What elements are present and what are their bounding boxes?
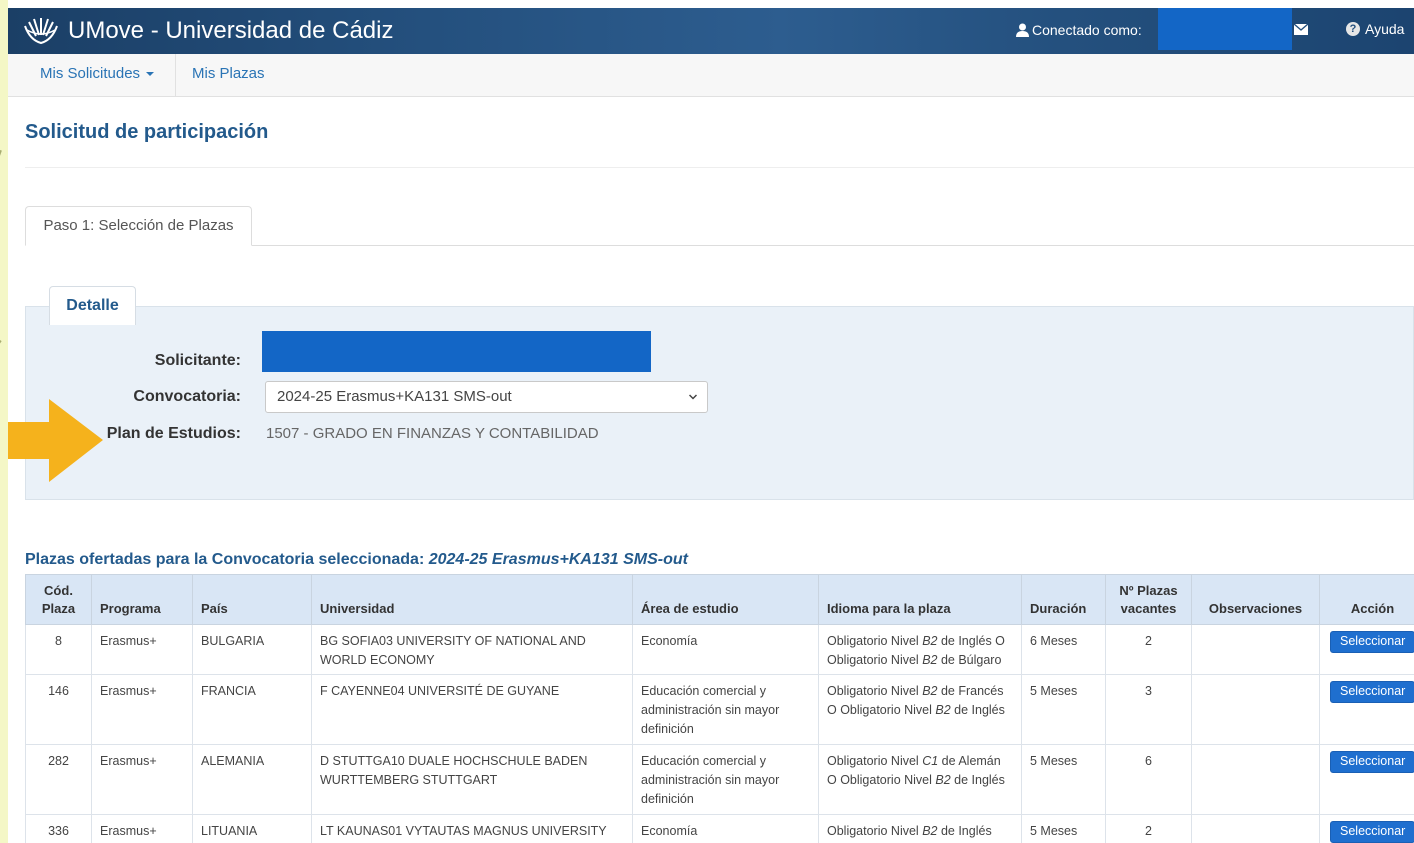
help-label: Ayuda [1365, 21, 1405, 37]
connected-label: Conectado como: [1032, 22, 1142, 38]
nav-item-label: Mis Solicitudes [40, 65, 141, 82]
cell-programa: Erasmus+ [91, 744, 193, 815]
select-button[interactable]: Seleccionar [1330, 821, 1414, 843]
nav-mis-plazas[interactable]: Mis Plazas [192, 54, 265, 96]
convocatoria-select[interactable]: 2024-25 Erasmus+KA131 SMS-out [265, 381, 708, 413]
cell-area: Educación comercial y administración sin… [632, 674, 819, 745]
cell-accion: Seleccionar [1319, 674, 1414, 745]
cell-cod: 8 [25, 624, 92, 675]
decorative-line [0, 340, 2, 399]
cell-vacantes: 2 [1105, 814, 1192, 843]
table-row: 282 Erasmus+ ALEMANIA D STUTTGA10 DUALE … [25, 744, 1414, 815]
cell-duracion: 6 Meses [1021, 624, 1106, 675]
redacted-username [1158, 8, 1292, 50]
select-button[interactable]: Seleccionar [1330, 681, 1414, 703]
cell-idioma: Obligatorio Nivel B2 de Francés O Obligat… [818, 674, 1022, 745]
cell-observaciones [1191, 744, 1320, 815]
table-row: 146 Erasmus+ FRANCIA F CAYENNE04 UNIVERS… [25, 674, 1414, 745]
cell-universidad: BG SOFIA03 UNIVERSITY OF NATIONAL AND WO… [311, 624, 633, 675]
cell-accion: Seleccionar [1319, 624, 1414, 675]
col-observaciones[interactable]: Observaciones [1191, 574, 1320, 625]
detail-legend: Detalle [49, 286, 136, 325]
cell-programa: Erasmus+ [91, 814, 193, 843]
cell-observaciones [1191, 624, 1320, 675]
navbar: Mis Solicitudes Mis Plazas [8, 54, 1414, 97]
cell-cod: 336 [25, 814, 92, 843]
top-header: UMove - Universidad de Cádiz Conectado c… [8, 8, 1414, 54]
cell-cod: 282 [25, 744, 92, 815]
cell-pais: FRANCIA [192, 674, 312, 745]
cell-area: Economía [632, 624, 819, 675]
cell-duracion: 5 Meses [1021, 814, 1106, 843]
nav-mis-solicitudes[interactable]: Mis Solicitudes [40, 54, 155, 96]
cell-area: Educación comercial y administración sin… [632, 744, 819, 815]
app-title: UMove - Universidad de Cádiz [68, 17, 394, 44]
cell-vacantes: 3 [1105, 674, 1192, 745]
cell-duracion: 5 Meses [1021, 674, 1106, 745]
cell-accion: Seleccionar [1319, 744, 1414, 815]
cell-observaciones [1191, 814, 1320, 843]
cell-universidad: F CAYENNE04 UNIVERSITÉ DE GUYANE [311, 674, 633, 745]
col-cod-plaza[interactable]: Cód. Plaza [25, 574, 92, 625]
col-vacantes[interactable]: Nº Plazas vacantes [1105, 574, 1192, 625]
decorative-line [0, 150, 2, 208]
cell-idioma: Obligatorio Nivel C1 de Alemán O Obligato… [818, 744, 1022, 815]
convocatoria-value: 2024-25 Erasmus+KA131 SMS-out [277, 388, 512, 405]
col-duracion[interactable]: Duración [1021, 574, 1106, 625]
help-link[interactable]: ? Ayuda [1346, 21, 1404, 37]
table-title: Plazas ofertadas para la Convocatoria se… [25, 551, 688, 569]
plan-value: 1507 - GRADO EN FINANZAS Y CONTABILIDAD [266, 425, 599, 442]
nav-item-label: Mis Plazas [192, 65, 265, 82]
col-idioma[interactable]: Idioma para la plaza [818, 574, 1022, 625]
annotation-arrow-icon [8, 399, 103, 482]
help-icon: ? [1346, 22, 1360, 36]
caret-down-icon [146, 72, 155, 77]
cell-pais: ALEMANIA [192, 744, 312, 815]
cell-duracion: 5 Meses [1021, 744, 1106, 815]
col-programa[interactable]: Programa [91, 574, 193, 625]
cell-pais: BULGARIA [192, 624, 312, 675]
user-icon [1016, 23, 1029, 37]
col-area[interactable]: Área de estudio [632, 574, 819, 625]
table-row: 336 Erasmus+ LITUANIA LT KAUNAS01 VYTAUT… [25, 814, 1414, 843]
solicitante-label: Solicitante: [154, 352, 241, 369]
cell-idioma: Obligatorio Nivel B2 de Inglés [818, 814, 1022, 843]
select-button[interactable]: Seleccionar [1330, 751, 1414, 773]
cell-universidad: LT KAUNAS01 VYTAUTAS MAGNUS UNIVERSITY [311, 814, 633, 843]
table-header-row: Cód. Plaza Programa País Universidad Área… [25, 574, 1414, 625]
col-universidad[interactable]: Universidad [311, 574, 633, 625]
table-title-convocatoria: 2024-25 Erasmus+KA131 SMS-out [428, 551, 688, 568]
connected-as: Conectado como: [1016, 22, 1142, 38]
cell-programa: Erasmus+ [91, 674, 193, 745]
cell-observaciones [1191, 674, 1320, 745]
page-title: Solicitud de participación [25, 121, 269, 143]
table-row: 8 Erasmus+ BULGARIA BG SOFIA03 UNIVERSIT… [25, 624, 1414, 675]
cell-accion: Seleccionar [1319, 814, 1414, 843]
nav-divider [175, 54, 176, 96]
col-pais[interactable]: País [192, 574, 312, 625]
plazas-table: Cód. Plaza Programa País Universidad Área… [25, 574, 1414, 843]
cell-pais: LITUANIA [192, 814, 312, 843]
cell-vacantes: 2 [1105, 624, 1192, 675]
mail-icon[interactable] [1294, 24, 1308, 35]
divider [25, 167, 1414, 168]
select-button[interactable]: Seleccionar [1330, 631, 1414, 653]
table-title-prefix: Plazas ofertadas para la Convocatoria se… [25, 551, 425, 568]
cell-vacantes: 6 [1105, 744, 1192, 815]
col-accion: Acción [1319, 574, 1414, 625]
chevron-down-icon [689, 394, 697, 400]
tab-paso-1[interactable]: Paso 1: Selección de Plazas [25, 206, 252, 246]
brand[interactable]: UMove - Universidad de Cádiz [22, 12, 393, 50]
cell-idioma: Obligatorio Nivel B2 de Inglés O Obligato… [818, 624, 1022, 675]
cell-universidad: D STUTTGA10 DUALE HOCHSCHULE BADEN WURTT… [311, 744, 633, 815]
cell-area: Economía [632, 814, 819, 843]
cell-programa: Erasmus+ [91, 624, 193, 675]
cell-cod: 146 [25, 674, 92, 745]
university-logo-icon [24, 18, 58, 45]
app-window: UMove - Universidad de Cádiz Conectado c… [8, 0, 1414, 843]
redacted-solicitante [262, 331, 651, 372]
